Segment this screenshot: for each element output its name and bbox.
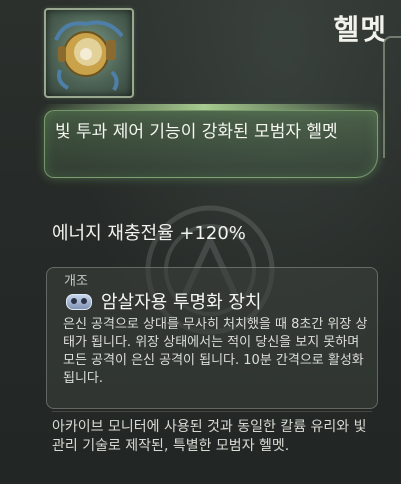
stat-energy-recharge: 에너지 재충전율 +120% — [52, 223, 246, 244]
subtitle-panel: 빛 투과 제어 기능이 강화된 모범자 헬멧 — [44, 110, 378, 178]
item-title: 헬멧 — [333, 13, 387, 46]
modification-description: 은신 공격으로 상대를 무사히 처치했을 때 8초간 위장 상태가 됩니다. 위… — [63, 317, 368, 386]
flavor-text: 아카이브 모니터에 사용된 것과 동일한 칼륨 유리와 빛 관리 기술로 제작된… — [52, 419, 367, 454]
modification-section-label: 개조 — [64, 274, 88, 289]
mod-chip-icon — [66, 294, 92, 310]
corner-decoration — [383, 36, 401, 158]
divider — [52, 411, 372, 412]
modification-name: 암살자용 투명화 장치 — [101, 292, 262, 313]
item-tooltip: 헬멧 빛 투과 제어 기능이 강화된 모범자 헬멧 에너지 재충전율 +120%… — [0, 0, 401, 484]
helmet-item-icon — [44, 8, 134, 98]
helmet-illustration — [54, 20, 124, 92]
item-subtitle: 빛 투과 제어 기능이 강화된 모범자 헬멧 — [55, 122, 338, 142]
